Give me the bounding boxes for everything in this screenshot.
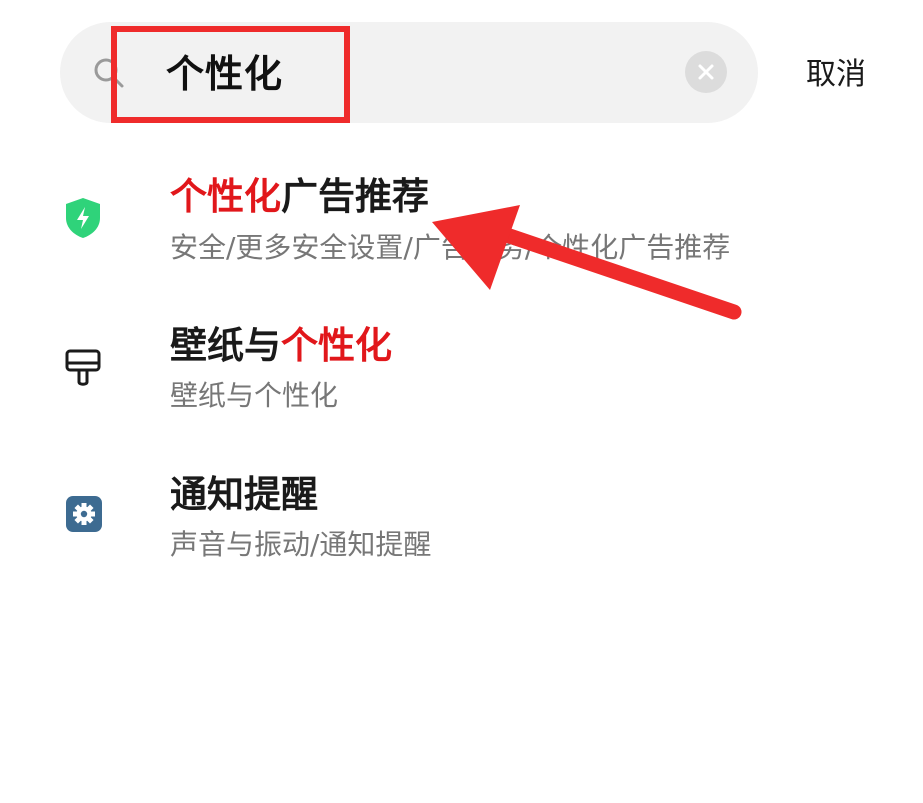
search-result-item[interactable]: 壁纸与个性化 壁纸与个性化	[0, 306, 923, 446]
result-path: 安全/更多安全设置/广告服务/个性化广告推荐	[170, 231, 731, 264]
result-title: 通知提醒	[170, 473, 318, 516]
result-title: 个性化广告推荐	[170, 172, 429, 222]
annotation-highlight-box	[111, 26, 350, 123]
close-icon	[698, 64, 714, 80]
result-title: 壁纸与个性化	[170, 321, 392, 371]
result-title-prefix: 壁纸与	[170, 324, 281, 367]
result-path: 壁纸与个性化	[170, 379, 339, 412]
shield-icon	[66, 198, 100, 238]
result-title-rest: 广告推荐	[281, 175, 429, 218]
cancel-button[interactable]: 取消	[806, 52, 866, 98]
clear-search-button[interactable]	[685, 51, 727, 93]
result-path: 声音与振动/通知提醒	[170, 528, 432, 561]
search-result-item[interactable]: 通知提醒 声音与振动/通知提醒	[0, 456, 923, 596]
search-result-item[interactable]: 个性化广告推荐 安全/更多安全设置/广告服务/个性化广告推荐	[0, 158, 923, 298]
result-title-highlight: 个性化	[170, 175, 281, 218]
paint-brush-icon	[65, 349, 101, 386]
result-title-highlight: 个性化	[281, 324, 392, 367]
gear-icon	[66, 496, 102, 532]
